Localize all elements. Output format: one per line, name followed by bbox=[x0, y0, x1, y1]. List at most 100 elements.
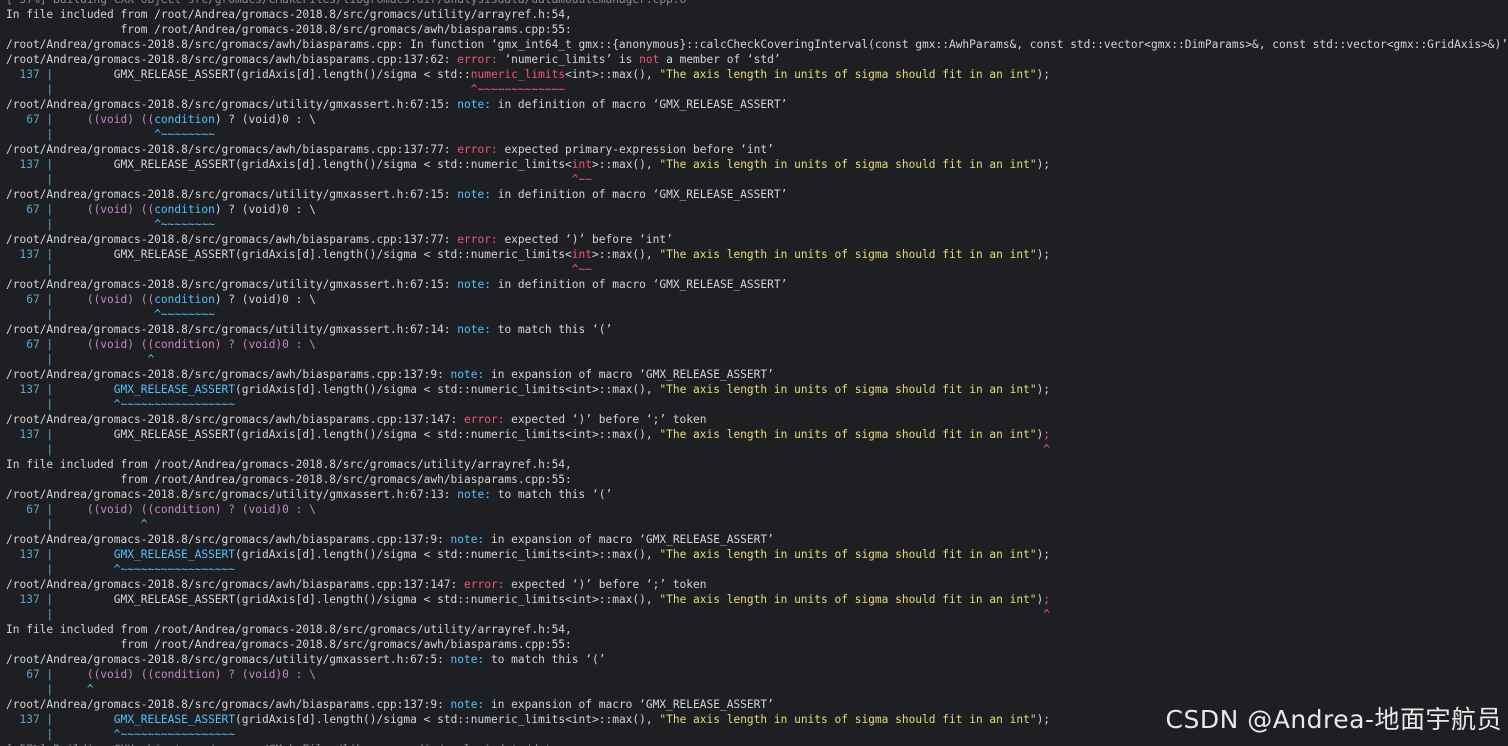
terminal-line: 67 | ((void) ((condition) ? (void)0 : \ bbox=[6, 292, 1508, 307]
terminal-text-segment: condition bbox=[154, 203, 215, 216]
terminal-text-segment: (gridAxis[d].length()/sigma < std::numer… bbox=[235, 548, 660, 561]
terminal-text-segment: "The axis length in units of sigma shoul… bbox=[659, 713, 1037, 726]
terminal-line: 67 | ((void) ((condition) ? (void)0 : \ bbox=[6, 337, 1508, 352]
terminal-text-segment: ); bbox=[1036, 248, 1051, 261]
terminal-line: /root/Andrea/gromacs-2018.8/src/gromacs/… bbox=[6, 97, 1508, 112]
terminal-text-segment: from /root/Andrea/gromacs-2018.8/src/gro… bbox=[6, 638, 572, 651]
terminal-text-segment: ); bbox=[1036, 713, 1051, 726]
terminal-line: from /root/Andrea/gromacs-2018.8/src/gro… bbox=[6, 22, 1508, 37]
terminal-text-segment: /root/Andrea/gromacs-2018.8/src/gromacs/… bbox=[6, 488, 458, 501]
terminal-line: | ^~~~~~~~~ bbox=[6, 217, 1508, 232]
terminal-text-segment: expected ‘)’ before ‘;’ token bbox=[511, 578, 707, 591]
terminal-text-segment: <int>::max(), bbox=[565, 68, 660, 81]
terminal-text-segment: note: bbox=[457, 323, 498, 336]
terminal-text-segment: GMX_RELEASE_ASSERT(gridAxis[d].length()/… bbox=[59, 428, 660, 441]
terminal-text-segment: 137 | bbox=[6, 428, 60, 441]
terminal-text-segment: In file included from /root/Andrea/groma… bbox=[6, 8, 572, 21]
terminal-text-segment: ); bbox=[1036, 68, 1051, 81]
terminal-text-segment: GMX_RELEASE_ASSERT(gridAxis[d].length()/… bbox=[59, 158, 572, 171]
terminal-line: from /root/Andrea/gromacs-2018.8/src/gro… bbox=[6, 637, 1508, 652]
terminal-text-segment: 137 | bbox=[6, 548, 60, 561]
terminal-line: | ^ bbox=[6, 517, 1508, 532]
terminal-text-segment: from /root/Andrea/gromacs-2018.8/src/gro… bbox=[6, 473, 572, 486]
terminal-text-segment: in expansion of macro ‘GMX_RELEASE_ASSER… bbox=[490, 698, 774, 711]
terminal-text-segment: | bbox=[6, 263, 572, 276]
terminal-text-segment: ) ? (void)0 : \ bbox=[214, 113, 316, 126]
terminal-text-segment: GMX_RELEASE_ASSERT bbox=[113, 548, 236, 561]
terminal-text-segment: ); bbox=[1036, 548, 1051, 561]
terminal-text-segment: /root/Andrea/gromacs-2018.8/src/gromacs/… bbox=[6, 278, 458, 291]
terminal-text-segment: "The axis length in units of sigma shoul… bbox=[659, 428, 1037, 441]
terminal-line: | ^~~ bbox=[6, 262, 1508, 277]
terminal-text-segment: ((void) ((condition) ? (void)0 : \ bbox=[59, 338, 316, 351]
terminal-text-segment: in definition of macro ‘GMX_RELEASE_ASSE… bbox=[497, 98, 788, 111]
terminal-text-segment: ((void) (( bbox=[59, 113, 155, 126]
terminal-line: In file included from /root/Andrea/groma… bbox=[6, 7, 1508, 22]
terminal-window[interactable]: [ 57%] Building CXX object src/gromacs/C… bbox=[0, 0, 1508, 746]
terminal-text-segment: in definition of macro ‘GMX_RELEASE_ASSE… bbox=[497, 188, 788, 201]
terminal-text-segment: ) ? (void)0 : \ bbox=[214, 293, 316, 306]
terminal-line: | ^ bbox=[6, 442, 1508, 457]
terminal-line: /root/Andrea/gromacs-2018.8/src/gromacs/… bbox=[6, 652, 1508, 667]
terminal-text-segment: note: bbox=[450, 368, 491, 381]
terminal-text-segment: | bbox=[6, 563, 114, 576]
terminal-line: /root/Andrea/gromacs-2018.8/src/gromacs/… bbox=[6, 232, 1508, 247]
terminal-text-segment: "The axis length in units of sigma shoul… bbox=[659, 548, 1037, 561]
terminal-text-segment: "The axis length in units of sigma shoul… bbox=[659, 593, 1037, 606]
terminal-text-segment: In file included from /root/Andrea/groma… bbox=[6, 623, 572, 636]
terminal-line: 137 | GMX_RELEASE_ASSERT(gridAxis[d].len… bbox=[6, 427, 1508, 442]
terminal-text-segment: 137 | bbox=[6, 68, 60, 81]
terminal-text-segment: to match this ‘(’ bbox=[490, 653, 606, 666]
terminal-text-segment: note: bbox=[457, 278, 498, 291]
terminal-line: 137 | GMX_RELEASE_ASSERT(gridAxis[d].len… bbox=[6, 247, 1508, 262]
terminal-text-segment: ); bbox=[1036, 158, 1051, 171]
terminal-text-segment: | bbox=[6, 518, 141, 531]
terminal-text-segment: 137 | bbox=[6, 248, 60, 261]
terminal-text-segment: 67 | bbox=[6, 503, 60, 516]
terminal-text-segment: | bbox=[6, 353, 148, 366]
terminal-text-segment: to match this ‘(’ bbox=[497, 488, 613, 501]
terminal-line: 137 | GMX_RELEASE_ASSERT(gridAxis[d].len… bbox=[6, 592, 1508, 607]
terminal-line: /root/Andrea/gromacs-2018.8/src/gromacs/… bbox=[6, 577, 1508, 592]
terminal-text-segment: | bbox=[6, 218, 155, 231]
terminal-text-segment: | bbox=[6, 443, 1044, 456]
terminal-text-segment: ^~~~~~~~~ bbox=[154, 308, 215, 321]
terminal-text-segment: error: bbox=[457, 53, 505, 66]
terminal-line: /root/Andrea/gromacs-2018.8/src/gromacs/… bbox=[6, 187, 1508, 202]
terminal-text-segment: 67 | bbox=[6, 203, 60, 216]
terminal-text-segment: error: bbox=[457, 233, 505, 246]
terminal-text-segment: ^~~~~~~~~~~~~~~~~~ bbox=[113, 728, 236, 741]
terminal-line: /root/Andrea/gromacs-2018.8/src/gromacs/… bbox=[6, 277, 1508, 292]
terminal-text-segment: /root/Andrea/gromacs-2018.8/src/gromacs/… bbox=[6, 323, 458, 336]
terminal-line: /root/Andrea/gromacs-2018.8/src/gromacs/… bbox=[6, 412, 1508, 427]
terminal-text-segment: /root/Andrea/gromacs-2018.8/src/gromacs/… bbox=[6, 578, 465, 591]
terminal-text-segment: | bbox=[6, 128, 155, 141]
terminal-text-segment: condition bbox=[154, 113, 215, 126]
terminal-line: 137 | GMX_RELEASE_ASSERT(gridAxis[d].len… bbox=[6, 157, 1508, 172]
terminal-text-segment: ^~~~~~~~~ bbox=[154, 128, 215, 141]
terminal-line: | ^ bbox=[6, 607, 1508, 622]
terminal-text-segment: 67 | bbox=[6, 338, 60, 351]
terminal-line: 67 | ((void) ((condition) ? (void)0 : \ bbox=[6, 502, 1508, 517]
terminal-line: | ^~~~~~~~~~~~~~~~~~ bbox=[6, 562, 1508, 577]
terminal-text-segment: note: bbox=[457, 98, 498, 111]
terminal-text-segment: in expansion of macro ‘GMX_RELEASE_ASSER… bbox=[490, 533, 774, 546]
terminal-text-segment: expected ‘)’ before ‘;’ token bbox=[511, 413, 707, 426]
terminal-line: | ^ bbox=[6, 352, 1508, 367]
terminal-text-segment: "The axis length in units of sigma shoul… bbox=[659, 248, 1037, 261]
terminal-line: 137 | GMX_RELEASE_ASSERT(gridAxis[d].len… bbox=[6, 382, 1508, 397]
terminal-text-segment: error: bbox=[457, 143, 505, 156]
terminal-text-segment: ); bbox=[1036, 383, 1051, 396]
terminal-text-segment: int bbox=[571, 248, 593, 261]
terminal-text-segment: ‘numeric_limits’ is bbox=[504, 53, 640, 66]
terminal-line: /root/Andrea/gromacs-2018.8/src/gromacs/… bbox=[6, 37, 1508, 52]
terminal-line: [ 57%] Building CXX object src/gromacs/C… bbox=[6, 0, 1508, 7]
terminal-text-segment: ; bbox=[1043, 593, 1051, 606]
terminal-text-segment: | bbox=[6, 398, 114, 411]
terminal-line: /root/Andrea/gromacs-2018.8/src/gromacs/… bbox=[6, 322, 1508, 337]
terminal-text-segment: int bbox=[571, 158, 593, 171]
terminal-line: | ^~~~~~~~~~~~~~ bbox=[6, 82, 1508, 97]
terminal-text-segment: ^~~ bbox=[571, 173, 592, 186]
terminal-text-segment: | bbox=[6, 83, 471, 96]
